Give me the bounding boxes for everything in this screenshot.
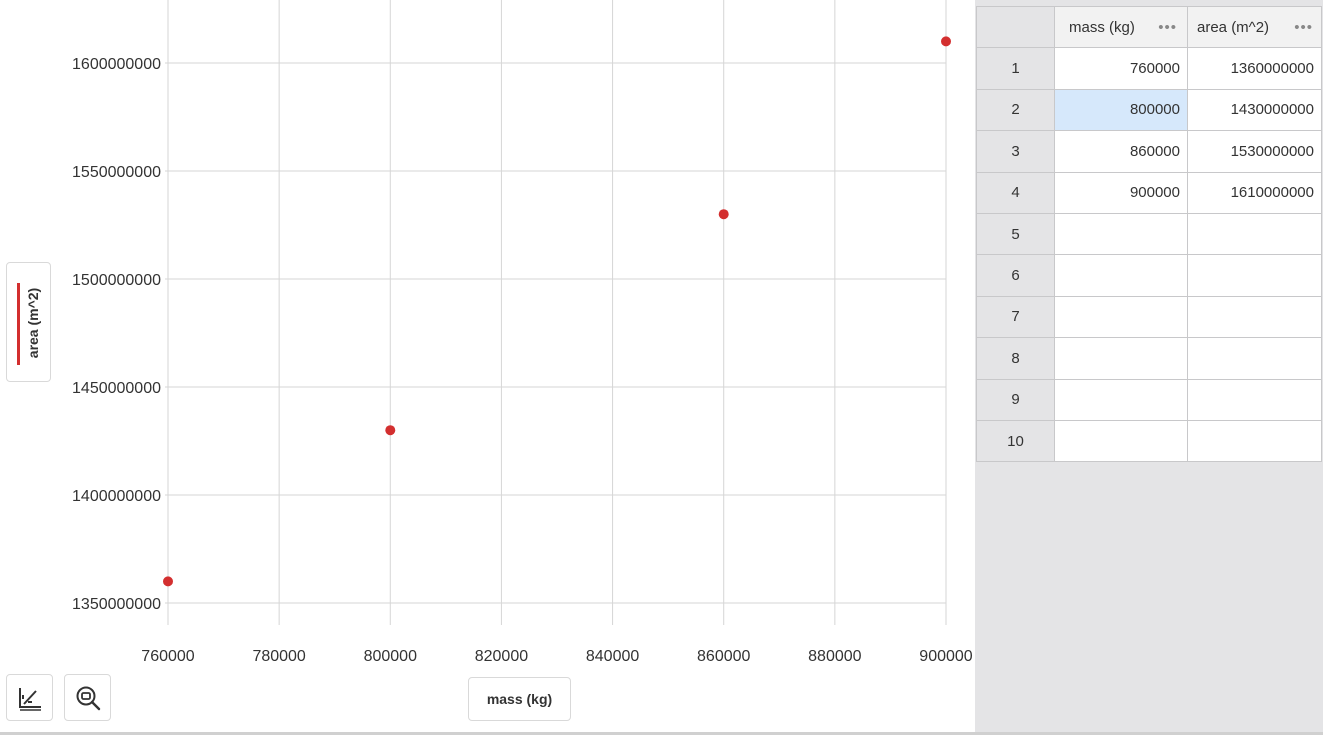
table-cell[interactable]: 1360000000 bbox=[1187, 47, 1322, 90]
x-tick-label: 820000 bbox=[475, 648, 528, 665]
x-tick-label: 840000 bbox=[586, 648, 639, 665]
data-point[interactable] bbox=[941, 36, 951, 47]
table-cell[interactable] bbox=[1187, 254, 1322, 297]
row-index: 6 bbox=[976, 254, 1055, 297]
table-cell[interactable] bbox=[1187, 295, 1322, 339]
index-column-header bbox=[976, 5, 1055, 49]
row-index: 3 bbox=[976, 130, 1055, 173]
table-cell[interactable] bbox=[1054, 337, 1188, 380]
zoom-fit-icon bbox=[76, 686, 100, 710]
row-index: 4 bbox=[976, 171, 1055, 214]
table-cell[interactable] bbox=[1187, 337, 1322, 380]
graph-panel[interactable]: 760000 780000 800000 820000 840000 860000 8800… bbox=[0, 0, 975, 735]
y-axis-label: area (m^2) bbox=[25, 287, 41, 359]
y-tick-label: 1500000000 bbox=[72, 272, 161, 289]
x-tick-label: 860000 bbox=[697, 648, 750, 665]
table-row: 8 bbox=[976, 337, 1322, 380]
tick-labels: 760000 780000 800000 820000 840000 860000 8800… bbox=[72, 56, 973, 665]
table-cell[interactable]: 1430000000 bbox=[1187, 88, 1322, 132]
column-header-area[interactable]: area (m^2) ••• bbox=[1187, 5, 1322, 49]
row-index: 8 bbox=[976, 337, 1055, 380]
grid-lines bbox=[165, 0, 947, 625]
data-point[interactable] bbox=[385, 425, 396, 436]
row-index: 9 bbox=[976, 378, 1055, 421]
table-cell[interactable] bbox=[1187, 212, 1322, 256]
table-cell[interactable]: 760000 bbox=[1054, 47, 1188, 90]
case-table[interactable]: mass (kg) ••• area (m^2) ••• 1 760000 13… bbox=[976, 5, 1322, 463]
table-row: 6 bbox=[976, 254, 1322, 297]
row-index: 10 bbox=[976, 419, 1055, 463]
table-cell[interactable] bbox=[1187, 419, 1322, 463]
table-cell[interactable] bbox=[1054, 419, 1188, 463]
table-cell[interactable] bbox=[1054, 378, 1188, 421]
data-point[interactable] bbox=[163, 576, 173, 587]
x-tick-label: 800000 bbox=[364, 648, 417, 665]
table-cell[interactable] bbox=[1054, 212, 1188, 256]
table-row: 10 bbox=[976, 419, 1322, 463]
column-menu-icon[interactable]: ••• bbox=[1158, 19, 1177, 36]
x-tick-label: 780000 bbox=[252, 648, 305, 665]
table-cell[interactable] bbox=[1054, 295, 1188, 339]
app-window: 760000 780000 800000 820000 840000 860000 8800… bbox=[0, 0, 1323, 735]
column-header-label: area (m^2) bbox=[1197, 18, 1270, 36]
table-row: 2 800000 1430000000 bbox=[976, 88, 1322, 132]
table-row: 1 760000 1360000000 bbox=[976, 47, 1322, 90]
row-index: 2 bbox=[976, 88, 1055, 132]
x-tick-label: 880000 bbox=[808, 648, 861, 665]
series-color-swatch bbox=[17, 283, 20, 365]
table-row: 5 bbox=[976, 212, 1322, 256]
column-menu-icon[interactable]: ••• bbox=[1294, 19, 1313, 36]
table-cell[interactable]: 1610000000 bbox=[1187, 171, 1322, 214]
x-axis-attribute-chip[interactable]: mass (kg) bbox=[468, 677, 571, 721]
table-cell[interactable]: 860000 bbox=[1054, 130, 1188, 173]
table-cell[interactable]: 900000 bbox=[1054, 171, 1188, 214]
table-header-row: mass (kg) ••• area (m^2) ••• bbox=[976, 5, 1322, 49]
y-tick-label: 1400000000 bbox=[72, 488, 161, 505]
table-row: 7 bbox=[976, 295, 1322, 339]
x-tick-label: 900000 bbox=[919, 648, 972, 665]
graph-axes-icon bbox=[18, 687, 41, 711]
column-header-mass[interactable]: mass (kg) ••• bbox=[1054, 5, 1188, 49]
y-axis-attribute-chip[interactable]: area (m^2) bbox=[6, 262, 51, 382]
column-header-label: mass (kg) bbox=[1069, 18, 1135, 36]
graph-tool-button[interactable] bbox=[6, 674, 53, 721]
row-index: 5 bbox=[976, 212, 1055, 256]
table-row: 3 860000 1530000000 bbox=[976, 130, 1322, 173]
y-tick-label: 1350000000 bbox=[72, 596, 161, 613]
table-cell-selected[interactable]: 800000 bbox=[1054, 88, 1188, 132]
table-cell[interactable] bbox=[1054, 254, 1188, 297]
row-index: 1 bbox=[976, 47, 1055, 90]
case-table-panel: mass (kg) ••• area (m^2) ••• 1 760000 13… bbox=[975, 0, 1323, 735]
row-index: 7 bbox=[976, 295, 1055, 339]
x-tick-label: 760000 bbox=[141, 648, 194, 665]
zoom-fit-button[interactable] bbox=[64, 674, 111, 721]
y-tick-label: 1450000000 bbox=[72, 380, 161, 397]
data-points bbox=[163, 36, 951, 587]
y-tick-label: 1600000000 bbox=[72, 56, 161, 73]
x-axis-label: mass (kg) bbox=[486, 691, 553, 707]
table-row: 9 bbox=[976, 378, 1322, 421]
y-tick-label: 1550000000 bbox=[72, 164, 161, 181]
table-cell[interactable] bbox=[1187, 378, 1322, 421]
table-cell[interactable]: 1530000000 bbox=[1187, 130, 1322, 173]
table-row: 4 900000 1610000000 bbox=[976, 171, 1322, 214]
scatter-plot[interactable]: 760000 780000 800000 820000 840000 860000 8800… bbox=[0, 0, 975, 735]
data-point[interactable] bbox=[718, 209, 729, 220]
